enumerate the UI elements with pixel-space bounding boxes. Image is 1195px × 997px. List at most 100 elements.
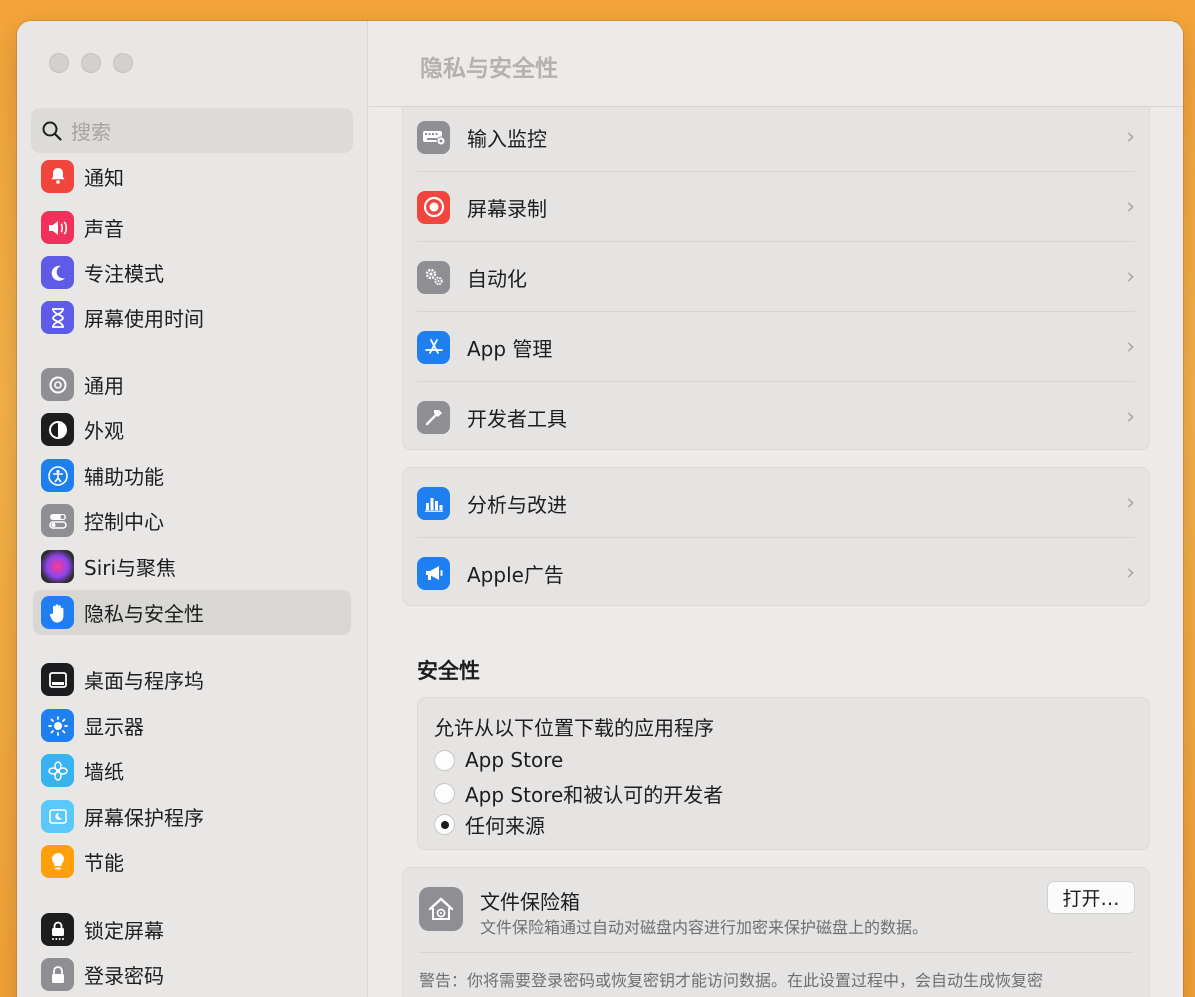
minimize-window-button[interactable] — [81, 53, 101, 73]
sidebar-item-general[interactable]: 通用 — [33, 362, 351, 407]
sidebar-item-label: 桌面与程序坞 — [84, 669, 204, 693]
row-label: App 管理 — [467, 336, 553, 361]
sidebar-item-screen-time[interactable]: 屏幕使用时间 — [33, 295, 351, 340]
row-screen-recording[interactable]: 屏幕录制 › — [417, 172, 1135, 242]
sidebar-item-label: 屏幕保护程序 — [84, 806, 204, 830]
sidebar-item-label: 隐私与安全性 — [84, 602, 204, 626]
traffic-lights — [49, 53, 133, 73]
hammer-icon — [417, 400, 450, 434]
sidebar-item-label: 专注模式 — [84, 262, 164, 286]
sidebar-item-displays[interactable]: 显示器 — [33, 703, 351, 748]
radio-button[interactable] — [434, 749, 455, 771]
download-source-title: 允许从以下位置下载的应用程序 — [434, 716, 714, 740]
download-source-card: 允许从以下位置下载的应用程序 App Store App Store和被认可的开… — [417, 697, 1150, 850]
filevault-warning: 警告：你将需要登录密码或恢复密钥才能访问数据。在此设置过程中，会自动生成恢复密 — [419, 971, 1044, 990]
radio-label: 任何来源 — [465, 814, 545, 838]
lock-icon — [41, 958, 74, 991]
zoom-window-button[interactable] — [113, 53, 133, 73]
radio-app-store[interactable]: App Store — [434, 748, 563, 772]
settings-window: 搜索 通知 声音 专注模式 屏幕使用时间 通用 外观 辅助功能 控制中心 Sir… — [17, 21, 1183, 997]
sidebar-item-desktop-dock[interactable]: 桌面与程序坞 — [33, 657, 351, 702]
row-app-management[interactable]: App 管理 › — [417, 312, 1135, 382]
row-label: 屏幕录制 — [467, 196, 547, 221]
row-analytics[interactable]: 分析与改进 › — [417, 468, 1135, 538]
row-input-monitoring[interactable]: 输入监控 › — [417, 102, 1135, 172]
row-apple-advertising[interactable]: Apple广告 › — [417, 538, 1135, 608]
row-label: 自动化 — [467, 266, 527, 291]
flower-icon — [41, 754, 74, 787]
filevault-card: 文件保险箱 文件保险箱通过自动对磁盘内容进行加密来保护磁盘上的数据。 打开… 警… — [402, 867, 1150, 997]
titlebar: 隐私与安全性 — [369, 21, 1183, 107]
search-input[interactable]: 搜索 — [31, 108, 353, 153]
sun-icon — [41, 709, 74, 742]
app-store-icon — [417, 330, 450, 364]
toggles-icon — [41, 504, 74, 537]
appearance-icon — [41, 413, 74, 446]
sidebar: 搜索 通知 声音 专注模式 屏幕使用时间 通用 外观 辅助功能 控制中心 Sir… — [17, 21, 368, 997]
chevron-right-icon: › — [1126, 334, 1135, 360]
sidebar-item-control-center[interactable]: 控制中心 — [33, 498, 351, 543]
sidebar-item-privacy-security[interactable]: 隐私与安全性 — [33, 590, 351, 635]
close-window-button[interactable] — [49, 53, 69, 73]
sidebar-item-label: 通知 — [84, 165, 124, 190]
sidebar-item-screensaver[interactable]: 屏幕保护程序 — [33, 794, 351, 839]
chevron-right-icon: › — [1126, 124, 1135, 150]
accessibility-icon — [41, 459, 74, 492]
radio-dot — [440, 820, 449, 829]
sidebar-item-siri[interactable]: Siri与聚焦 — [33, 544, 351, 589]
radio-anywhere[interactable]: 任何来源 — [434, 810, 545, 839]
chevron-right-icon: › — [1126, 404, 1135, 430]
sidebar-item-label: Siri与聚焦 — [84, 556, 177, 580]
sidebar-item-label: 辅助功能 — [84, 465, 164, 489]
sidebar-item-label: 控制中心 — [84, 510, 164, 534]
sidebar-item-label: 屏幕使用时间 — [84, 307, 204, 331]
search-icon — [42, 121, 62, 141]
row-label: Apple广告 — [467, 562, 564, 587]
filevault-house-icon — [419, 887, 463, 931]
bulb-icon — [41, 845, 74, 878]
filevault-title: 文件保险箱 — [480, 890, 580, 914]
row-automation[interactable]: 自动化 › — [417, 242, 1135, 312]
dock-icon — [41, 663, 74, 696]
row-developer-tools[interactable]: 开发者工具 › — [417, 382, 1135, 452]
filevault-description: 文件保险箱通过自动对磁盘内容进行加密来保护磁盘上的数据。 — [480, 918, 929, 937]
main-pane: 隐私与安全性 输入监控 › 屏幕录制 › 自动化 › App 管理 › 开发者工… — [369, 21, 1183, 997]
radio-label: App Store和被认可的开发者 — [465, 783, 724, 807]
sidebar-item-label: 墙纸 — [84, 760, 124, 784]
hourglass-icon — [41, 301, 74, 334]
megaphone-icon — [417, 556, 450, 590]
security-section-title: 安全性 — [417, 659, 480, 683]
sidebar-item-wallpaper[interactable]: 墙纸 — [33, 748, 351, 793]
radio-label: App Store — [465, 748, 564, 772]
sidebar-item-accessibility[interactable]: 辅助功能 — [33, 453, 351, 498]
sidebar-item-sound[interactable]: 声音 — [33, 205, 351, 250]
radio-button[interactable] — [434, 783, 455, 804]
lock-screen-icon — [41, 913, 74, 946]
sidebar-item-login-password[interactable]: 登录密码 — [33, 952, 351, 997]
sidebar-item-lock-screen[interactable]: 锁定屏幕 — [33, 907, 351, 952]
bell-icon — [41, 159, 74, 193]
filevault-open-button[interactable]: 打开… — [1047, 881, 1135, 914]
chevron-right-icon: › — [1126, 490, 1135, 516]
speaker-icon — [41, 211, 74, 244]
sidebar-item-label: 节能 — [84, 851, 124, 875]
sidebar-item-label: 声音 — [84, 217, 124, 241]
moon-icon — [41, 256, 74, 289]
sidebar-item-notifications[interactable]: 通知 — [33, 159, 351, 203]
sidebar-item-appearance[interactable]: 外观 — [33, 407, 351, 452]
sidebar-item-label: 通用 — [84, 374, 124, 398]
row-label: 开发者工具 — [467, 406, 567, 431]
chevron-right-icon: › — [1126, 264, 1135, 290]
hand-icon — [41, 596, 74, 629]
row-label: 分析与改进 — [467, 492, 567, 517]
sidebar-item-energy[interactable]: 节能 — [33, 839, 351, 884]
row-label: 输入监控 — [467, 126, 547, 151]
radio-button-selected[interactable] — [434, 814, 455, 835]
gears-icon — [417, 260, 450, 294]
separator — [419, 952, 1133, 953]
sidebar-item-label: 锁定屏幕 — [84, 919, 164, 943]
sidebar-item-focus[interactable]: 专注模式 — [33, 250, 351, 295]
radio-app-store-developers[interactable]: App Store和被认可的开发者 — [434, 779, 723, 808]
chevron-right-icon: › — [1126, 194, 1135, 220]
search-placeholder: 搜索 — [71, 120, 111, 144]
